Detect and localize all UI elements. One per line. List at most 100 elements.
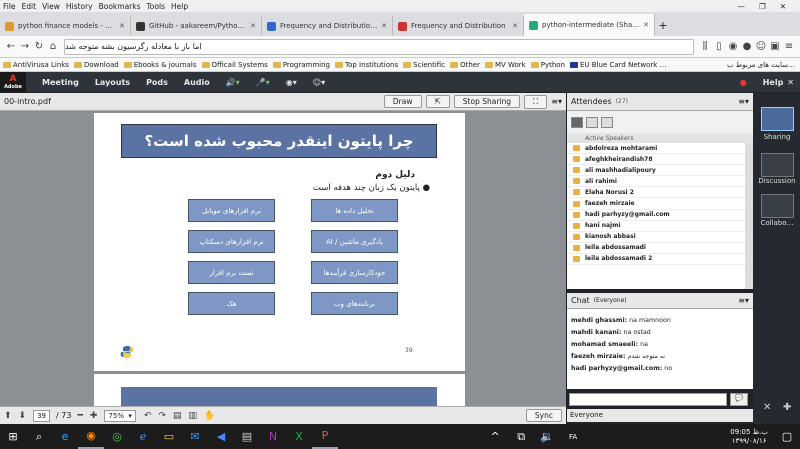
- layout-discussion-thumb[interactable]: [761, 153, 794, 177]
- record-icon[interactable]: ●: [740, 78, 747, 87]
- attendee-list[interactable]: abdolreza mohtarami afeghkheirandish78 a…: [567, 143, 745, 289]
- webcam-icon[interactable]: ◉▾: [286, 78, 297, 87]
- addon-icon[interactable]: ●: [740, 41, 754, 52]
- url-bar[interactable]: اما باز با معادله رگرسیون بشه متوجه شد: [64, 38, 694, 55]
- delete-layout-icon[interactable]: ✕: [763, 402, 771, 413]
- pod-menu-icon[interactable]: ≡▾: [551, 97, 562, 106]
- close-tab-icon[interactable]: ✕: [250, 22, 256, 30]
- bookmark-folder[interactable]: MV Work: [484, 61, 526, 69]
- close-tab-icon[interactable]: ✕: [512, 22, 518, 30]
- maximize-icon[interactable]: ❐: [759, 2, 766, 11]
- menu-view[interactable]: View: [42, 2, 60, 11]
- notifications-icon[interactable]: ▢: [774, 424, 800, 449]
- bookmark-folder[interactable]: Python: [530, 61, 565, 69]
- windows-start-icon[interactable]: ⊞: [0, 424, 26, 449]
- file-explorer-icon[interactable]: ▭: [156, 424, 182, 449]
- pod-menu-icon[interactable]: ≡▾: [738, 296, 749, 305]
- fullscreen-icon[interactable]: ⛶: [524, 94, 548, 109]
- list-item[interactable]: hadi parhyzy@gmail.com: [567, 210, 745, 221]
- pod-menu-icon[interactable]: ≡▾: [738, 97, 749, 106]
- ie-icon[interactable]: ℯ: [130, 424, 156, 449]
- chrome-icon[interactable]: ◎: [104, 424, 130, 449]
- fit-page-icon[interactable]: ▤: [173, 411, 182, 421]
- minimize-icon[interactable]: —: [737, 2, 745, 11]
- bookmark-folder[interactable]: Ebooks & journals: [123, 61, 197, 69]
- hand-tool-icon[interactable]: ✋: [204, 411, 215, 421]
- bookmark-folder[interactable]: Officail Systems: [201, 61, 268, 69]
- list-item[interactable]: kianosh abbasi: [567, 232, 745, 243]
- zoom-out-icon[interactable]: ━: [77, 411, 82, 421]
- add-layout-icon[interactable]: ✚: [783, 402, 791, 413]
- status-icon[interactable]: ☺▾: [313, 78, 325, 87]
- grid-view-icon[interactable]: [586, 116, 598, 128]
- bookmark-link[interactable]: EU Blue Card Network …: [570, 61, 667, 69]
- tray-chevron-icon[interactable]: ^: [482, 424, 508, 449]
- list-item[interactable]: abdolreza mohtarami: [567, 143, 745, 155]
- speaker-icon[interactable]: 🔊▾: [226, 78, 240, 87]
- close-icon[interactable]: ✕: [780, 2, 786, 11]
- profile-icon[interactable]: ☺: [754, 41, 768, 52]
- chat-input[interactable]: [569, 393, 727, 406]
- list-item[interactable]: hani najmi: [567, 221, 745, 232]
- bookmark-folder[interactable]: Download: [73, 61, 119, 69]
- zoom-in-icon[interactable]: ✚: [90, 411, 98, 421]
- search-icon[interactable]: ⌕: [26, 424, 52, 449]
- browser-tab[interactable]: Frequency and Distributions | C…✕: [262, 16, 393, 36]
- send-message-icon[interactable]: 💬: [730, 393, 748, 406]
- bookmark-folder[interactable]: Other: [450, 61, 480, 69]
- help-menu[interactable]: Help: [763, 78, 784, 87]
- network-icon[interactable]: ⧉: [508, 424, 534, 449]
- close-tab-icon[interactable]: ✕: [119, 22, 125, 30]
- menu-layouts[interactable]: Layouts: [95, 78, 130, 87]
- menu-meeting[interactable]: Meeting: [42, 78, 79, 87]
- browser-tab-active[interactable]: python-intermediate (Sharing) ✕: [524, 14, 655, 36]
- menu-pods[interactable]: Pods: [146, 78, 168, 87]
- stop-sharing-button[interactable]: Stop Sharing: [453, 95, 521, 108]
- vscode-icon[interactable]: ◀: [208, 424, 234, 449]
- powerpoint-icon[interactable]: P: [312, 424, 338, 449]
- excel-icon[interactable]: X: [286, 424, 312, 449]
- list-item[interactable]: leila abdossamadi 2: [567, 254, 745, 266]
- role-view-icon[interactable]: [601, 116, 613, 128]
- extension-icon[interactable]: ▣: [768, 41, 782, 52]
- rotate-right-icon[interactable]: ↷: [158, 411, 166, 421]
- mail-icon[interactable]: ✉: [182, 424, 208, 449]
- layout-sharing-thumb[interactable]: [761, 107, 794, 131]
- microphone-icon[interactable]: 🎤▾: [256, 78, 270, 87]
- back-icon[interactable]: ←: [4, 41, 18, 52]
- draw-button[interactable]: Draw: [383, 95, 422, 108]
- menu-help[interactable]: Help: [171, 2, 188, 11]
- sidebar-icon[interactable]: ▯: [712, 41, 726, 52]
- library-icon[interactable]: ⫼: [698, 41, 712, 52]
- hamburger-menu-icon[interactable]: ≡: [782, 41, 796, 52]
- bookmark-folder[interactable]: Scientific: [403, 61, 445, 69]
- list-item[interactable]: afeghkheirandish78: [567, 154, 745, 166]
- bookmark-folder[interactable]: Top Institutions: [335, 61, 398, 69]
- clock[interactable]: ب.ظ 09:05 ۱۳۹۹/۰۸/۱۶: [730, 428, 774, 446]
- bookmark-folder[interactable]: Programming: [272, 61, 330, 69]
- page-input[interactable]: 39: [33, 409, 51, 422]
- zoom-select[interactable]: 75% ▾: [104, 409, 136, 422]
- menu-audio[interactable]: Audio: [184, 78, 210, 87]
- onenote-icon[interactable]: N: [260, 424, 286, 449]
- fit-width-icon[interactable]: ▥: [189, 411, 198, 421]
- list-item[interactable]: Elaha Norusi 2: [567, 187, 745, 199]
- list-item[interactable]: ali mashhadialipoury: [567, 165, 745, 177]
- browser-tab[interactable]: python finance models - …جمع آوری✕: [0, 16, 131, 36]
- menu-bookmarks[interactable]: Bookmarks: [99, 2, 141, 11]
- arrow-up-icon[interactable]: ⬆: [4, 411, 12, 421]
- pointer-icon[interactable]: ⇱: [425, 95, 450, 108]
- new-tab-button[interactable]: +: [655, 19, 671, 32]
- language-indicator[interactable]: FA: [560, 424, 586, 449]
- layout-collaboration-thumb[interactable]: [761, 194, 794, 218]
- menu-tools[interactable]: Tools: [147, 2, 165, 11]
- bookmark-link[interactable]: سایت های مربوط ب…: [727, 61, 795, 69]
- browser-tab[interactable]: GitHub - aakareem/Python-Fin…✕: [131, 16, 262, 36]
- firefox-icon[interactable]: ◉: [78, 424, 104, 449]
- list-view-icon[interactable]: [571, 116, 583, 128]
- list-item[interactable]: faezeh mirzaie: [567, 198, 745, 210]
- home-icon[interactable]: ⌂: [46, 41, 60, 52]
- pocket-icon[interactable]: ◉: [726, 41, 740, 52]
- attendee-scrollbar[interactable]: [745, 143, 753, 289]
- bookmark-folder[interactable]: AntiVirusa Links: [3, 61, 69, 69]
